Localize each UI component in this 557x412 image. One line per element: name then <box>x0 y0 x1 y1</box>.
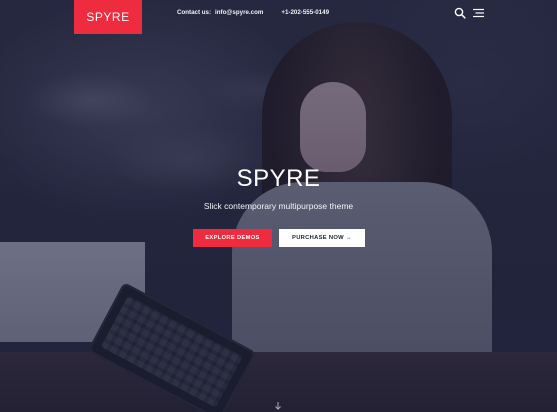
contact-email-link[interactable]: info@spyre.com <box>215 9 263 21</box>
hero-subtitle: Slick contemporary multipurpose theme <box>203 201 354 211</box>
contact-email-group: Contact us: info@spyre.com <box>177 9 263 21</box>
menu-icon[interactable] <box>471 6 485 20</box>
arrow-down-icon[interactable] <box>271 400 285 412</box>
purchase-now-button[interactable]: PURCHASE NOW → <box>279 229 365 247</box>
hero-title: SPYRE <box>236 165 321 192</box>
hero-cta-group: EXPLORE DEMOS PURCHASE NOW → <box>193 229 365 247</box>
contact-info: Contact us: info@spyre.com +1-202-555-01… <box>177 9 329 21</box>
logo[interactable]: SPYRE <box>74 0 142 34</box>
logo-text: SPYRE <box>86 10 130 24</box>
contact-label: Contact us: <box>177 9 212 16</box>
search-icon[interactable] <box>453 6 467 20</box>
explore-demos-button[interactable]: EXPLORE DEMOS <box>193 229 272 247</box>
header-actions <box>453 6 485 20</box>
contact-phone-link[interactable]: +1-202-555-0149 <box>281 9 329 21</box>
page: SPYRE Contact us: info@spyre.com +1-202-… <box>0 0 557 412</box>
